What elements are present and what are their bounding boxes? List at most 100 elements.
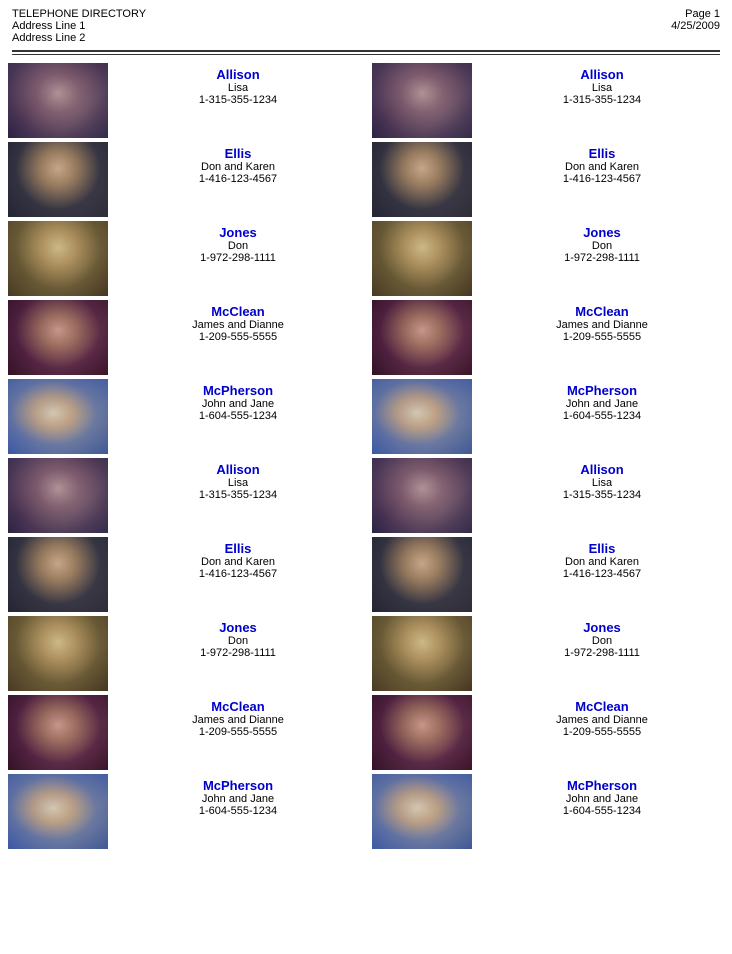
- contact-name: McPherson: [480, 383, 724, 398]
- contact-name: McPherson: [480, 778, 724, 793]
- contact-name: Jones: [480, 225, 724, 240]
- contact-info: McCleanJames and Dianne1-209-555-5555: [472, 695, 724, 738]
- page-number: Page 1: [671, 8, 720, 20]
- contact-info: EllisDon and Karen1-416-123-4567: [472, 537, 724, 580]
- contact-subname: Lisa: [116, 477, 360, 489]
- contact-photo: [8, 774, 108, 849]
- contact-phone: 1-604-555-1234: [480, 805, 724, 817]
- contact-subname: John and Jane: [116, 398, 360, 410]
- contact-info: EllisDon and Karen1-416-123-4567: [108, 537, 360, 580]
- contact-photo: [8, 537, 108, 612]
- list-item: McPhersonJohn and Jane1-604-555-1234: [372, 774, 724, 849]
- contact-subname: Lisa: [480, 82, 724, 94]
- contact-subname: James and Dianne: [116, 319, 360, 331]
- contact-photo: [8, 63, 108, 138]
- contact-subname: John and Jane: [480, 793, 724, 805]
- contact-photo: [8, 616, 108, 691]
- top-divider: [12, 50, 720, 52]
- contact-name: Ellis: [480, 541, 724, 556]
- contact-subname: Don: [116, 240, 360, 252]
- address-line2: Address Line 2: [12, 32, 146, 44]
- contact-photo: [8, 221, 108, 296]
- list-item: McCleanJames and Dianne1-209-555-5555: [8, 300, 360, 375]
- contact-photo: [372, 142, 472, 217]
- columns-row: AllisonLisa1-315-355-1234EllisDon and Ka…: [8, 63, 724, 853]
- contact-info: JonesDon1-972-298-1111: [108, 221, 360, 264]
- list-item: AllisonLisa1-315-355-1234: [372, 458, 724, 533]
- contact-photo: [372, 221, 472, 296]
- contact-phone: 1-315-355-1234: [480, 489, 724, 501]
- contact-info: McCleanJames and Dianne1-209-555-5555: [108, 300, 360, 343]
- directory-title: TELEPHONE DIRECTORY: [12, 8, 146, 20]
- header-left: TELEPHONE DIRECTORY Address Line 1 Addre…: [12, 8, 146, 44]
- contact-name: Allison: [116, 67, 360, 82]
- contact-info: EllisDon and Karen1-416-123-4567: [108, 142, 360, 185]
- contact-photo: [8, 300, 108, 375]
- contact-name: Jones: [480, 620, 724, 635]
- contact-photo: [8, 458, 108, 533]
- list-item: AllisonLisa1-315-355-1234: [372, 63, 724, 138]
- contact-info: JonesDon1-972-298-1111: [472, 616, 724, 659]
- address-line1: Address Line 1: [12, 20, 146, 32]
- contact-subname: James and Dianne: [116, 714, 360, 726]
- contact-phone: 1-416-123-4567: [116, 568, 360, 580]
- contact-info: McPhersonJohn and Jane1-604-555-1234: [472, 774, 724, 817]
- contact-photo: [372, 300, 472, 375]
- contact-name: McPherson: [116, 383, 360, 398]
- list-item: McCleanJames and Dianne1-209-555-5555: [8, 695, 360, 770]
- contact-info: JonesDon1-972-298-1111: [108, 616, 360, 659]
- contact-info: McCleanJames and Dianne1-209-555-5555: [472, 300, 724, 343]
- contact-subname: Don and Karen: [480, 556, 724, 568]
- contact-photo: [372, 379, 472, 454]
- contact-subname: John and Jane: [480, 398, 724, 410]
- contact-name: Ellis: [480, 146, 724, 161]
- contact-info: McPhersonJohn and Jane1-604-555-1234: [108, 379, 360, 422]
- contact-info: EllisDon and Karen1-416-123-4567: [472, 142, 724, 185]
- list-item: EllisDon and Karen1-416-123-4567: [372, 537, 724, 612]
- list-item: EllisDon and Karen1-416-123-4567: [8, 142, 360, 217]
- contact-name: McPherson: [116, 778, 360, 793]
- contact-info: JonesDon1-972-298-1111: [472, 221, 724, 264]
- column-right: AllisonLisa1-315-355-1234EllisDon and Ka…: [372, 63, 724, 853]
- contact-phone: 1-604-555-1234: [480, 410, 724, 422]
- contact-phone: 1-416-123-4567: [116, 173, 360, 185]
- contact-info: McPhersonJohn and Jane1-604-555-1234: [108, 774, 360, 817]
- list-item: EllisDon and Karen1-416-123-4567: [8, 537, 360, 612]
- contact-phone: 1-209-555-5555: [480, 331, 724, 343]
- contact-phone: 1-972-298-1111: [116, 252, 360, 264]
- contact-photo: [372, 774, 472, 849]
- contact-info: AllisonLisa1-315-355-1234: [472, 458, 724, 501]
- list-item: JonesDon1-972-298-1111: [372, 221, 724, 296]
- list-item: AllisonLisa1-315-355-1234: [8, 458, 360, 533]
- main-content: AllisonLisa1-315-355-1234EllisDon and Ka…: [0, 59, 732, 857]
- contact-subname: James and Dianne: [480, 714, 724, 726]
- divider-section: [0, 44, 732, 59]
- contact-name: McClean: [116, 699, 360, 714]
- contact-phone: 1-209-555-5555: [116, 331, 360, 343]
- contact-subname: Don: [116, 635, 360, 647]
- contact-phone: 1-972-298-1111: [116, 647, 360, 659]
- contact-subname: Don and Karen: [116, 556, 360, 568]
- list-item: EllisDon and Karen1-416-123-4567: [372, 142, 724, 217]
- bottom-divider: [12, 54, 720, 55]
- contact-name: Ellis: [116, 541, 360, 556]
- list-item: McPhersonJohn and Jane1-604-555-1234: [8, 774, 360, 849]
- contact-name: McClean: [480, 699, 724, 714]
- contact-info: AllisonLisa1-315-355-1234: [472, 63, 724, 106]
- contact-info: McCleanJames and Dianne1-209-555-5555: [108, 695, 360, 738]
- contact-photo: [8, 142, 108, 217]
- contact-subname: Don and Karen: [480, 161, 724, 173]
- contact-photo: [372, 63, 472, 138]
- contact-phone: 1-972-298-1111: [480, 647, 724, 659]
- contact-name: Allison: [480, 67, 724, 82]
- contact-subname: James and Dianne: [480, 319, 724, 331]
- contact-phone: 1-315-355-1234: [480, 94, 724, 106]
- contact-phone: 1-604-555-1234: [116, 805, 360, 817]
- list-item: JonesDon1-972-298-1111: [8, 221, 360, 296]
- contact-name: Ellis: [116, 146, 360, 161]
- contact-photo: [372, 695, 472, 770]
- contact-phone: 1-209-555-5555: [480, 726, 724, 738]
- contact-name: Allison: [116, 462, 360, 477]
- contact-phone: 1-209-555-5555: [116, 726, 360, 738]
- list-item: McCleanJames and Dianne1-209-555-5555: [372, 300, 724, 375]
